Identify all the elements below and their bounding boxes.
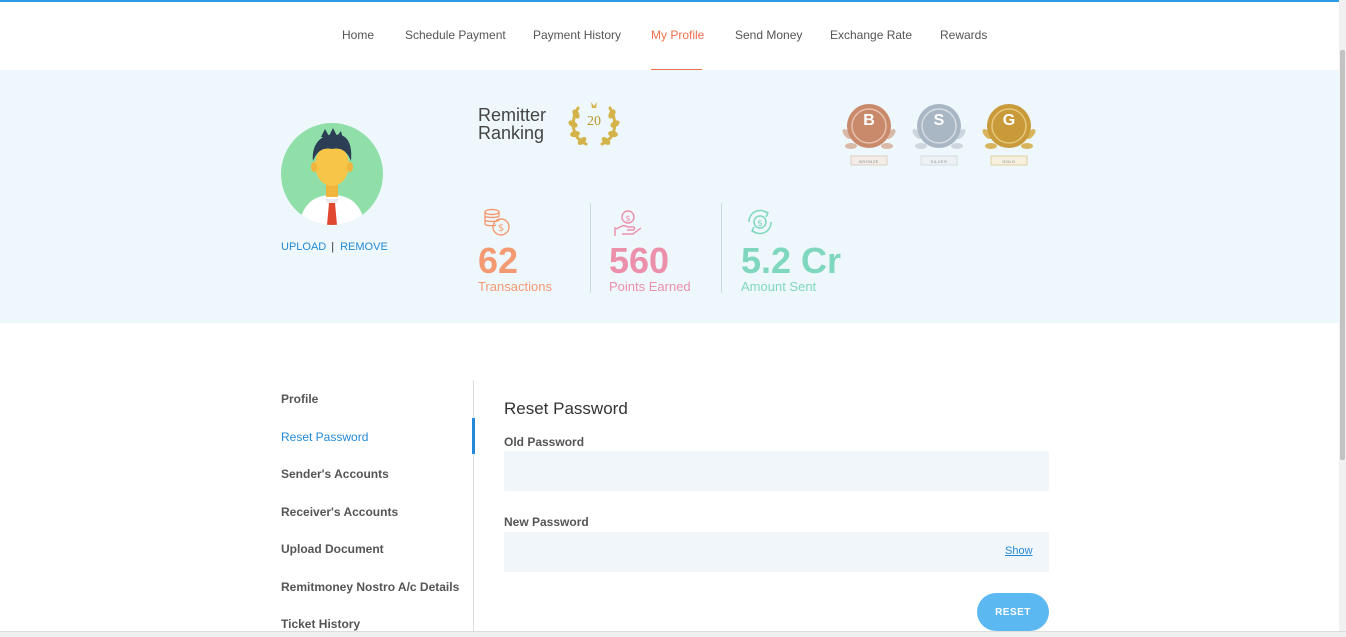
bronze-medal-letter: B [863, 112, 875, 129]
svg-text:$: $ [757, 219, 763, 229]
remove-photo-link[interactable]: REMOVE [340, 241, 388, 253]
silver-medal-caption: SILVER [930, 159, 948, 164]
sidebar-item-ticket-history[interactable]: Ticket History [281, 617, 360, 631]
gold-medal: G GOLD [979, 100, 1039, 172]
ranking-label-line1: Remitter [478, 105, 547, 125]
sidebar-item-receivers-accounts[interactable]: Receiver's Accounts [281, 505, 398, 519]
avatar [281, 123, 383, 225]
stat-divider [721, 203, 722, 293]
transactions-value: 62 [478, 240, 519, 281]
hand-coin-icon: $ [614, 210, 642, 236]
new-password-field[interactable] [504, 532, 1049, 572]
sidebar-item-profile[interactable]: Profile [281, 392, 318, 406]
avatar-actions-separator: | [331, 241, 335, 253]
nav-item-payment-history[interactable]: Payment History [533, 28, 621, 42]
vertical-scrollbar-thumb[interactable] [1340, 50, 1345, 460]
upload-photo-link[interactable]: UPLOAD [281, 241, 326, 253]
user-avatar-icon [299, 128, 365, 225]
nav-item-rewards[interactable]: Rewards [940, 28, 987, 42]
points-label: Points Earned [609, 279, 691, 294]
points-value: 560 [609, 240, 670, 281]
bronze-medal: B BRONZE [839, 100, 899, 172]
remitter-ranking-label: Remitter Ranking [478, 106, 546, 142]
nav-item-exchange-rate[interactable]: Exchange Rate [830, 28, 912, 42]
coins-icon: $ [484, 208, 510, 236]
nav-item-send-money[interactable]: Send Money [735, 28, 802, 42]
main-nav: Home Schedule Payment Payment History My… [0, 2, 1339, 71]
sidebar-item-nostro-details[interactable]: Remitmoney Nostro A/c Details [281, 580, 459, 594]
bottom-scroll-strip [0, 631, 1346, 637]
sidebar-item-senders-accounts[interactable]: Sender's Accounts [281, 467, 389, 481]
old-password-field[interactable] [504, 451, 1049, 491]
show-password-link[interactable]: Show [1005, 545, 1033, 557]
silver-medal-letter: S [933, 112, 945, 129]
ranking-value: 20 [587, 114, 601, 129]
avatar-actions: UPLOAD | REMOVE [281, 241, 388, 253]
old-password-label: Old Password [504, 435, 585, 449]
svg-text:$: $ [498, 223, 504, 234]
nav-item-my-profile[interactable]: My Profile [651, 28, 704, 42]
gold-medal-letter: G [1002, 112, 1016, 129]
nav-item-home[interactable]: Home [342, 28, 374, 42]
transactions-label: Transactions [478, 279, 552, 294]
bronze-medal-caption: BRONZE [859, 159, 879, 164]
amount-label: Amount Sent [741, 279, 817, 294]
form-title: Reset Password [504, 399, 628, 418]
stat-divider [590, 203, 591, 293]
sidebar-active-indicator [472, 418, 475, 454]
amount-value: 5.2 Cr [741, 240, 842, 281]
reset-button[interactable]: RESET [977, 593, 1049, 631]
silver-medal: S SILVER [909, 100, 969, 172]
new-password-label: New Password [504, 515, 589, 529]
gold-medal-caption: GOLD [1002, 159, 1016, 164]
svg-text:$: $ [625, 214, 630, 223]
ranking-label-line2: Ranking [478, 123, 545, 143]
money-cycle-icon: $ [748, 209, 772, 235]
sidebar-item-upload-document[interactable]: Upload Document [281, 542, 384, 556]
nav-item-schedule-payment[interactable]: Schedule Payment [405, 28, 506, 42]
sidebar-item-reset-password[interactable]: Reset Password [281, 430, 368, 444]
